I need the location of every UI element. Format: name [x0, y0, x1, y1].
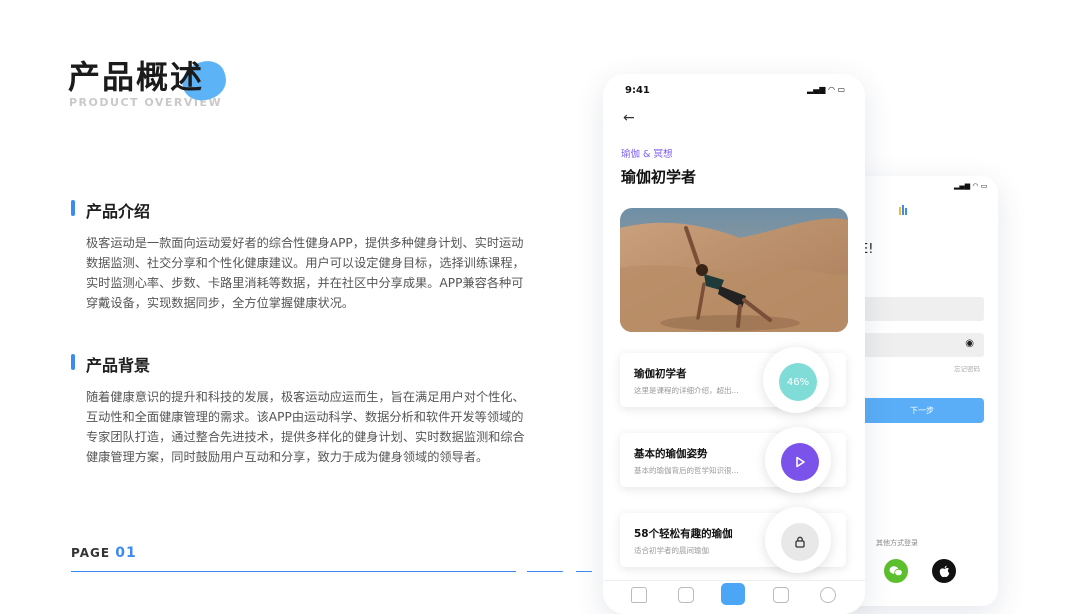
wechat-icon[interactable] — [884, 559, 908, 583]
other-login-label: 其他方式登录 — [876, 539, 918, 547]
page-label: PAGE — [71, 546, 111, 560]
text-line: 极客运动是一款面向运动爱好者的综合性健身APP，提供多种健身计划、实时运动 — [86, 236, 524, 250]
section-title-intro: 产品介绍 — [86, 202, 151, 221]
progress-badge[interactable]: 46% — [763, 347, 829, 413]
course-card-subtitle: 适合初学者的晨间瑜伽 — [634, 546, 709, 555]
calendar-icon[interactable] — [678, 587, 694, 603]
section-intro-text: 极客运动是一款面向运动爱好者的综合性健身APP，提供多种健身计划、实时运动 数据… — [86, 233, 554, 313]
eye-icon[interactable]: ◉ — [965, 338, 974, 349]
section-title-background: 产品背景 — [86, 356, 151, 375]
status-icons: ▂▄▆ ◠ ▭ — [807, 85, 846, 94]
book-icon[interactable] — [773, 587, 789, 603]
play-icon — [781, 443, 819, 481]
home-icon[interactable] — [631, 587, 647, 603]
lock-icon — [781, 523, 819, 561]
next-button[interactable]: 下一步 — [860, 398, 984, 423]
text-line: 穿戴设备，实现数据同步，全方位掌握健康状况。 — [86, 296, 355, 310]
text-line: 专家团队打造，通过整合先进技术，提供多样化的健身计划、实时数据监测和综合 — [86, 430, 525, 444]
course-category: 瑜伽 & 冥想 — [621, 149, 673, 160]
course-card-subtitle: 基本的瑜伽背后的哲学知识很... — [634, 466, 739, 475]
course-title: 瑜伽初学者 — [621, 168, 697, 186]
course-card-subtitle: 这里是课程的详细介绍，超出... — [634, 386, 739, 395]
page-number: 01 — [115, 545, 137, 561]
profile-icon[interactable] — [820, 587, 836, 603]
play-button[interactable] — [765, 427, 831, 493]
course-card-title: 58个轻松有趣的瑜伽 — [634, 528, 733, 540]
forgot-password-link[interactable]: 忘记密码 — [954, 363, 980, 373]
section-background-text: 随着健康意识的提升和科技的发展，极客运动应运而生，旨在满足用户对个性化、 互动性… — [86, 387, 554, 467]
text-line: 互动性和全面健康管理的需求。该APP由运动科学、数据分析和软件开发等领域的 — [86, 410, 524, 424]
phone-course-mockup: 9:41 ▂▄▆ ◠ ▭ ← 瑜伽 & 冥想 瑜伽初学者 瑜伽初学者 这里是课程… — [603, 74, 865, 614]
app-logo-icon — [899, 205, 907, 215]
section-marker — [71, 354, 75, 370]
page-indicator: PAGE 01 — [71, 545, 137, 561]
footer-line — [71, 571, 516, 572]
text-line: 实时监测心率、步数、卡路里消耗等数据，并在社区中分享成果。APP兼容各种可 — [86, 276, 524, 290]
course-card-title: 基本的瑜伽姿势 — [634, 448, 708, 460]
phone-login-mockup: ▂▄▆ ◠ ▭ E! ◉ 忘记密码 下一步 其他方式登录 — [842, 176, 998, 606]
footer-line-segment — [576, 571, 592, 572]
text-line: 随着健康意识的提升和科技的发展，极客运动应运而生，旨在满足用户对个性化、 — [86, 390, 525, 404]
password-input[interactable]: ◉ — [860, 333, 984, 357]
course-card-title: 瑜伽初学者 — [634, 368, 687, 380]
page-title: 产品概述 — [68, 58, 205, 96]
apple-icon[interactable] — [932, 559, 956, 583]
yoga-hero-image — [620, 208, 848, 332]
account-input[interactable] — [860, 297, 984, 321]
locked-badge[interactable] — [765, 507, 831, 573]
text-line: 数据监测、社交分享和个性化健康建议。用户可以设定健身目标，选择训练课程， — [86, 256, 525, 270]
text-line: 健康管理方案，同时鼓励用户互动和分享，致力于成为健身领域的领导者。 — [86, 450, 489, 464]
footer-line-segment — [527, 571, 563, 572]
status-icons: ▂▄▆ ◠ ▭ — [954, 182, 988, 190]
progress-percent: 46% — [779, 363, 817, 401]
section-marker — [71, 200, 75, 216]
back-arrow-icon[interactable]: ← — [623, 110, 635, 126]
status-time: 9:41 — [625, 85, 650, 96]
camera-tab-icon[interactable] — [721, 583, 745, 605]
bottom-tab-bar — [603, 580, 865, 614]
